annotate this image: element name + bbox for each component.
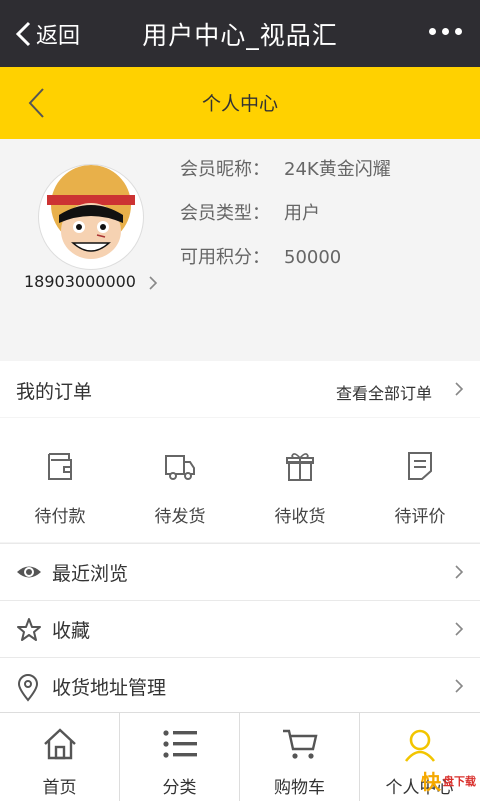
user-icon [404,729,435,762]
avatar[interactable] [38,164,144,270]
points-label: 可用积分： [180,247,270,268]
chevron-right-icon [455,382,464,396]
member-type-row: 会员类型： 用户 [180,199,320,225]
section-header: 个人中心 [0,67,480,139]
pending-payment-label: 待付款 [34,507,86,527]
tab-cart[interactable]: 购物车 [240,713,360,801]
tab-home-label: 首页 [42,778,77,798]
pending-shipment-label: 待发货 [154,507,206,527]
pending-review-label: 待评价 [394,507,446,527]
member-type-label: 会员类型： [180,203,270,224]
review-icon [408,452,432,480]
view-all-orders-link[interactable]: 查看全部订单 [336,380,432,404]
watermark: 快 盘下载 [421,766,476,795]
points-value: 50000 [284,247,342,268]
my-orders-row[interactable]: 我的订单 查看全部订单 [0,361,480,417]
truck-icon [165,455,195,480]
pending-shipment-button[interactable]: 待发货 [120,448,240,527]
location-icon [17,674,39,702]
my-orders-title: 我的订单 [16,381,93,403]
cart-icon [282,729,318,759]
chevron-right-icon [455,565,464,579]
header-title: 个人中心 [201,93,278,115]
phone-number[interactable]: 18903000000 [24,272,136,291]
member-type-value: 用户 [284,203,320,224]
wallet-icon [48,453,72,480]
list-icon [162,730,197,758]
pending-payment-button[interactable]: 待付款 [0,448,120,527]
tab-home[interactable]: 首页 [0,713,120,801]
watermark-text: 盘下载 [443,774,476,788]
bottom-tab-bar: 首页 分类 购物车 个人中心 快 盘下载 [0,712,480,801]
profile-card: 18903000000 会员昵称： 24K黄金闪耀 会员类型： 用户 可用积分： 50… [0,139,480,332]
avatar-image [47,165,135,259]
nickname-label: 会员昵称： [180,159,270,180]
home-icon [43,728,76,760]
nickname-row: 会员昵称： 24K黄金闪耀 [180,155,391,181]
points-row: 可用积分： 50000 [180,243,341,269]
gift-icon [286,453,314,481]
pending-receipt-button[interactable]: 待收货 [240,448,360,527]
pending-review-button[interactable]: 待评价 [360,448,480,527]
recent-views-row[interactable]: 最近浏览 [0,543,480,600]
tab-cart-label: 购物车 [274,778,325,798]
tab-categories[interactable]: 分类 [120,713,240,801]
chevron-right-icon [455,679,464,693]
tab-categories-label: 分类 [162,778,197,798]
eye-icon [17,566,41,578]
chevron-right-icon[interactable] [148,275,158,291]
watermark-logo: 快 [421,770,441,794]
favorites-row[interactable]: 收藏 [0,600,480,657]
chevron-right-icon [455,622,464,636]
favorites-label: 收藏 [52,620,91,642]
nickname-value: 24K黄金闪耀 [284,159,391,180]
address-management-row[interactable]: 收货地址管理 [0,657,480,714]
star-icon [17,618,41,641]
recent-views-label: 最近浏览 [52,563,129,585]
pending-receipt-label: 待收货 [274,507,326,527]
more-icon[interactable] [429,28,462,35]
top-navigation-bar: 返回 用户中心_视品汇 [0,0,480,67]
address-management-label: 收货地址管理 [52,677,167,699]
page-title: 用户中心_视品汇 [142,21,338,50]
